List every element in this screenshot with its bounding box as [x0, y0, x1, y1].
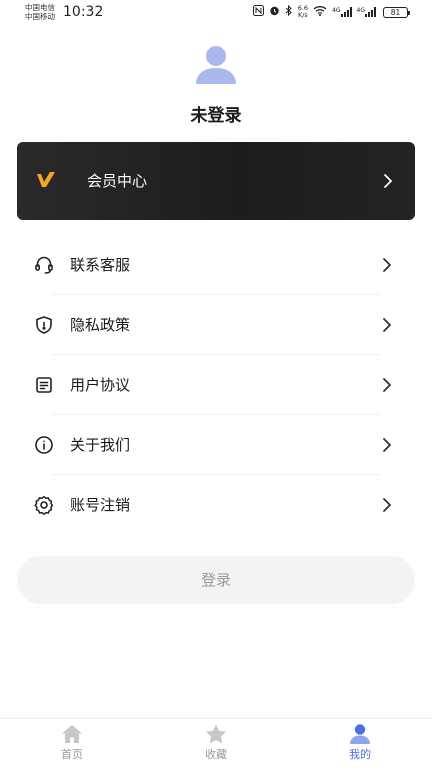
- menu-item-label: 用户协议: [70, 376, 131, 394]
- vip-center-label: 会员中心: [87, 172, 148, 190]
- carrier-1: 中国电信: [25, 3, 55, 12]
- shield-icon: [34, 315, 54, 335]
- signal-bars-icon: [365, 7, 376, 17]
- menu-item-label: 账号注销: [70, 496, 131, 514]
- carrier-2: 中国移动: [25, 12, 55, 21]
- tab-mine[interactable]: 我的: [320, 723, 400, 767]
- status-icons: 6.6 K/s 4G 4G 81: [252, 4, 410, 20]
- status-bar: 中国电信 中国移动 10:32 6.6 K/s 4G 4G 81: [0, 0, 432, 26]
- tab-favorites[interactable]: 收藏: [176, 723, 256, 767]
- wifi-icon: [313, 5, 327, 20]
- menu-item-about-us[interactable]: 关于我们: [0, 415, 432, 475]
- menu-item-customer-service[interactable]: 联系客服: [0, 235, 432, 295]
- home-icon: [60, 723, 84, 745]
- chevron-right-icon: [382, 376, 392, 394]
- tab-label: 收藏: [205, 748, 227, 761]
- signal-bars-icon: [340, 7, 352, 17]
- document-icon: [34, 375, 54, 395]
- tab-home[interactable]: 首页: [32, 723, 112, 767]
- gear-icon: [34, 495, 54, 515]
- alarm-icon: [269, 5, 280, 20]
- signal-2-label: 4G: [356, 7, 365, 14]
- vip-center-card[interactable]: 会员中心: [17, 142, 415, 220]
- user-avatar-icon[interactable]: [194, 44, 238, 86]
- network-speed-unit: K/s: [297, 11, 308, 19]
- menu-item-privacy-policy[interactable]: 隐私政策: [0, 295, 432, 355]
- signal-1: 4G: [332, 7, 352, 17]
- star-icon: [204, 723, 228, 745]
- menu-item-label: 关于我们: [70, 436, 131, 454]
- tab-label: 我的: [349, 748, 371, 761]
- status-clock: 10:32: [63, 4, 104, 20]
- signal-1-label: 4G: [332, 7, 341, 14]
- login-status-text[interactable]: 未登录: [0, 104, 432, 128]
- nfc-icon: [252, 4, 264, 20]
- tab-label: 首页: [61, 748, 83, 761]
- menu-item-label: 隐私政策: [70, 316, 131, 334]
- headset-icon: [34, 255, 54, 275]
- info-icon: [34, 435, 54, 455]
- carrier-names: 中国电信 中国移动: [25, 3, 55, 21]
- settings-menu: 联系客服 隐私政策 用户协议 关于我们 账号注销: [0, 235, 432, 535]
- bottom-tab-bar: 首页 收藏 我的: [0, 718, 432, 768]
- battery-indicator: 81: [383, 6, 410, 18]
- menu-item-delete-account[interactable]: 账号注销: [0, 475, 432, 535]
- chevron-right-icon: [382, 436, 392, 454]
- user-icon: [348, 723, 372, 745]
- signal-2: 4G: [357, 7, 376, 17]
- chevron-right-icon: [382, 316, 392, 334]
- vip-logo-icon: [37, 172, 55, 188]
- chevron-right-icon: [383, 172, 393, 190]
- chevron-right-icon: [382, 256, 392, 274]
- login-button[interactable]: 登录: [17, 556, 415, 604]
- menu-item-label: 联系客服: [70, 256, 131, 274]
- menu-item-user-agreement[interactable]: 用户协议: [0, 355, 432, 415]
- bluetooth-icon: [285, 4, 293, 20]
- chevron-right-icon: [382, 496, 392, 514]
- network-speed: 6.6 K/s: [298, 5, 308, 19]
